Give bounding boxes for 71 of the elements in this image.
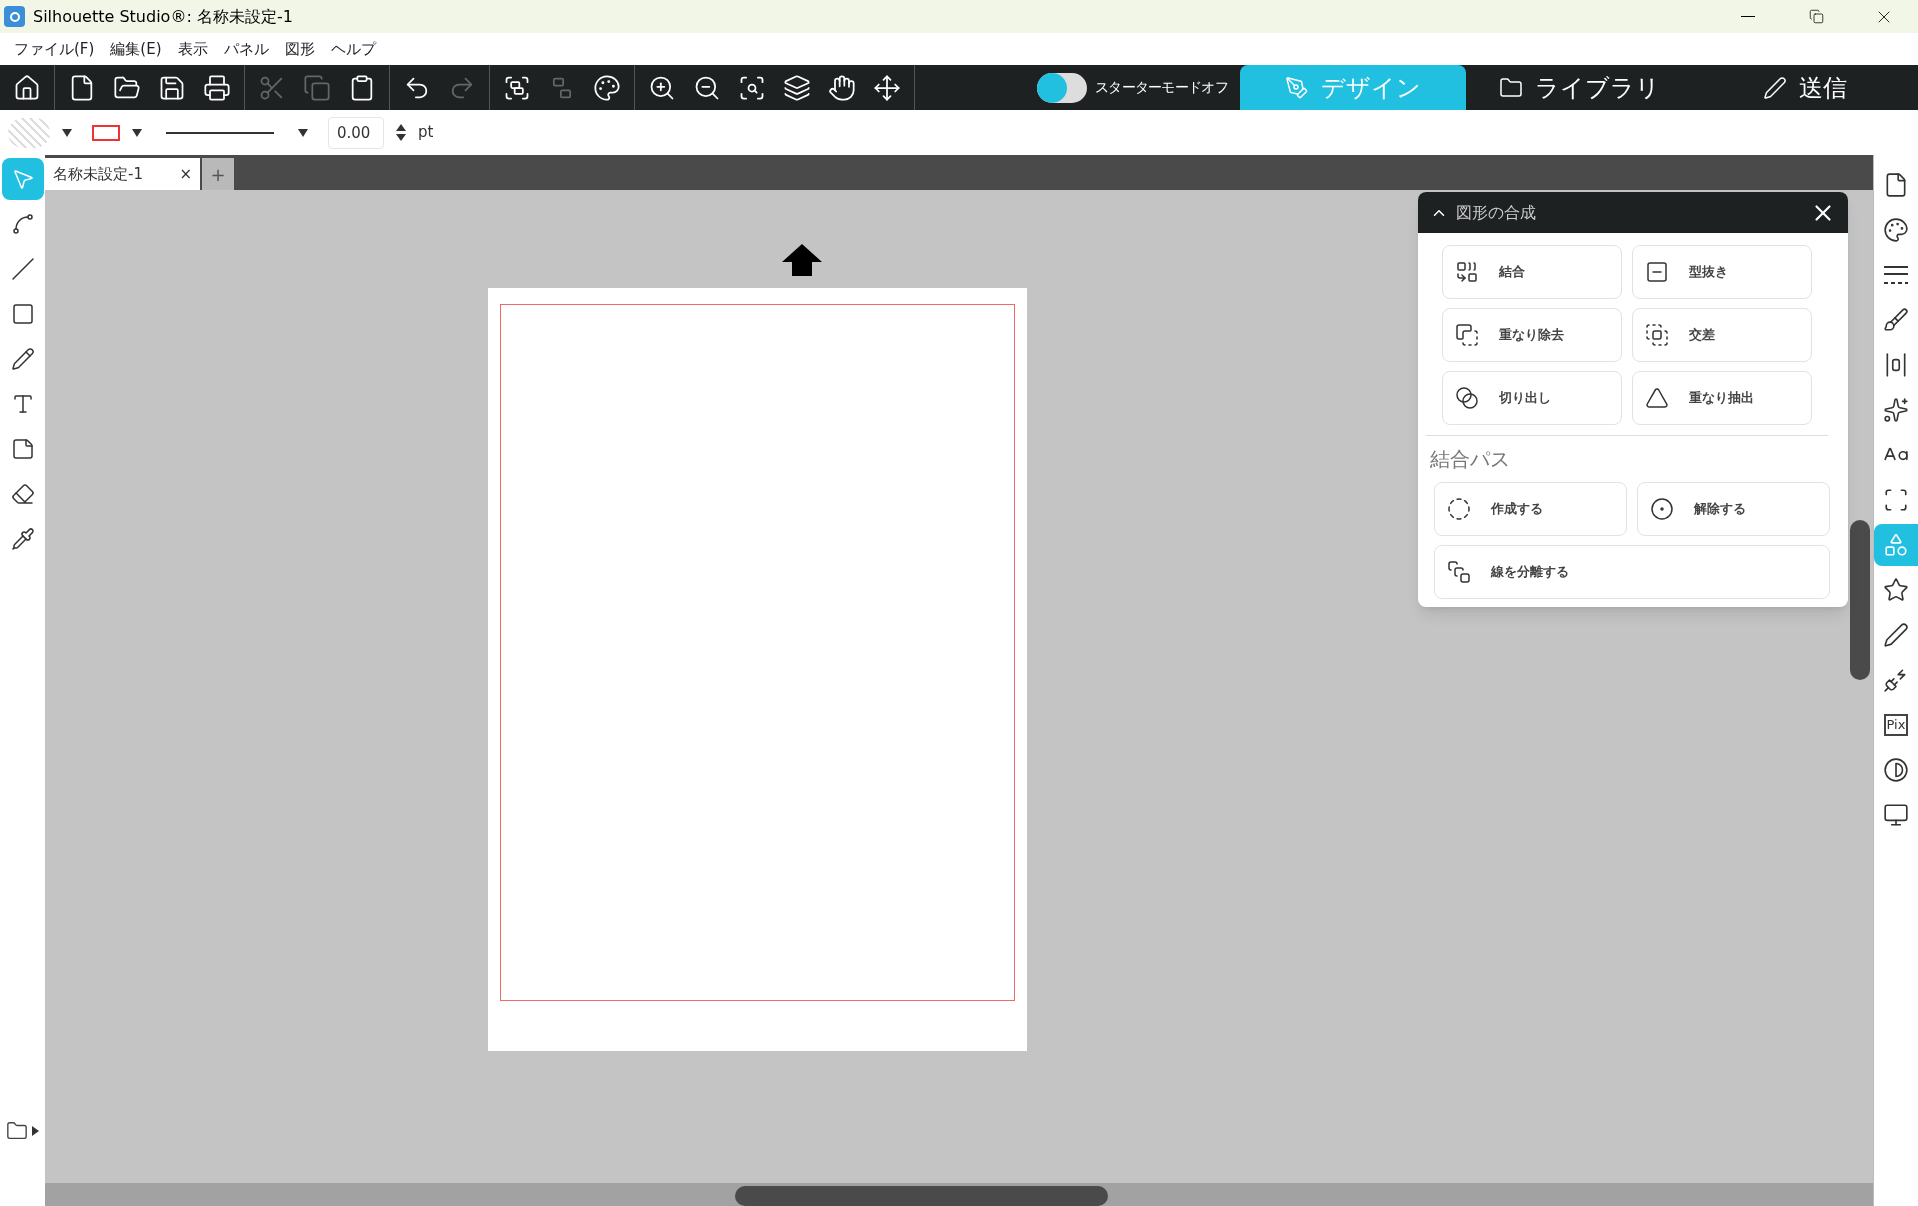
panel-title: 図形の合成 — [1456, 201, 1536, 224]
horizontal-scrollbar-thumb[interactable] — [735, 1186, 1108, 1206]
shape-action-button[interactable]: 切り出し — [1442, 371, 1622, 425]
unit-label: pt — [418, 122, 434, 144]
triangle-icon — [1645, 386, 1669, 410]
lines-icon — [1883, 265, 1909, 285]
sparkle-icon — [1883, 397, 1909, 423]
separate-icon — [1447, 560, 1471, 584]
note-icon — [10, 437, 35, 461]
shape-action-button[interactable]: 重なり抽出 — [1632, 371, 1812, 425]
starter-mode-toggle[interactable] — [1037, 72, 1087, 103]
shape-action-button[interactable]: 解除する — [1637, 482, 1830, 536]
menu-item[interactable]: ファイル(F) — [8, 37, 101, 61]
home-icon — [13, 73, 41, 102]
layers-icon — [783, 73, 811, 102]
window-title: Silhouette Studio®: 名称未設定-1 — [33, 5, 293, 28]
pencil-icon — [10, 347, 35, 371]
overlap-icon — [1455, 323, 1479, 347]
menu-item[interactable]: ヘルプ — [324, 37, 382, 61]
vertical-scrollbar-thumb[interactable] — [1850, 520, 1870, 680]
section-heading: 結合パス — [1429, 446, 1511, 473]
tab-close-button[interactable]: × — [179, 162, 192, 186]
folder-icon — [6, 1120, 28, 1142]
feed-direction-arrow — [782, 244, 822, 276]
dropdown-arrow-icon[interactable] — [132, 128, 142, 137]
spinner-icon[interactable] — [396, 124, 406, 141]
hand-icon — [828, 73, 856, 102]
menu-item[interactable]: パネル — [217, 37, 275, 61]
line-icon — [10, 257, 35, 281]
menu-item[interactable]: 編集(E) — [104, 37, 168, 61]
line-color-swatch[interactable] — [92, 124, 120, 141]
copy-icon — [303, 73, 331, 102]
intersect-icon — [1645, 323, 1669, 347]
star-icon — [1883, 577, 1909, 603]
line-width-field[interactable]: 0.00 — [328, 116, 384, 149]
rectangle-icon — [10, 302, 35, 326]
shape-action-button[interactable]: 結合 — [1442, 245, 1622, 299]
palette-icon — [1883, 217, 1909, 243]
eraser-icon — [10, 482, 35, 506]
folder-icon — [1498, 75, 1523, 100]
dropdown-arrow-icon[interactable] — [298, 128, 308, 137]
curve-icon — [10, 212, 35, 236]
contrast-icon — [1883, 757, 1909, 783]
line-style-sample[interactable] — [166, 131, 274, 134]
design-icon — [1285, 75, 1309, 100]
restore-icon — [1808, 9, 1824, 24]
subtract-icon — [1645, 260, 1669, 284]
shape-action-button[interactable]: 交差 — [1632, 308, 1812, 362]
document-tab[interactable]: 名称未設定-1 × — [45, 158, 200, 190]
minimize-icon — [1741, 16, 1755, 17]
app-logo-icon — [4, 6, 25, 27]
mode-tab[interactable]: 送信 — [1692, 65, 1918, 110]
shape-action-button[interactable]: 重なり除去 — [1442, 308, 1622, 362]
menu-item[interactable]: 図形 — [278, 37, 321, 61]
scale-icon — [1883, 487, 1909, 513]
mode-tab[interactable]: ライブラリ — [1466, 65, 1692, 110]
release-icon — [1650, 497, 1674, 521]
add-tab-button[interactable]: + — [202, 158, 234, 190]
shape-action-button[interactable]: 線を分離する — [1434, 545, 1830, 599]
starter-mode-label: スターターモードオフ — [1095, 78, 1228, 97]
document-tab-label: 名称未設定-1 — [53, 163, 143, 185]
printer-icon — [203, 73, 231, 102]
dropdown-arrow-icon[interactable] — [62, 128, 72, 137]
shapes-icon — [1883, 532, 1909, 558]
shape-action-button[interactable]: 型抜き — [1632, 245, 1812, 299]
shape-action-button[interactable]: 作成する — [1434, 482, 1627, 536]
move-icon — [873, 73, 901, 102]
menu-item[interactable]: 表示 — [171, 37, 214, 61]
palette-icon — [593, 73, 621, 102]
monitor-icon — [1883, 802, 1909, 828]
pixel-trace-tool[interactable]: Pix — [1874, 704, 1918, 746]
